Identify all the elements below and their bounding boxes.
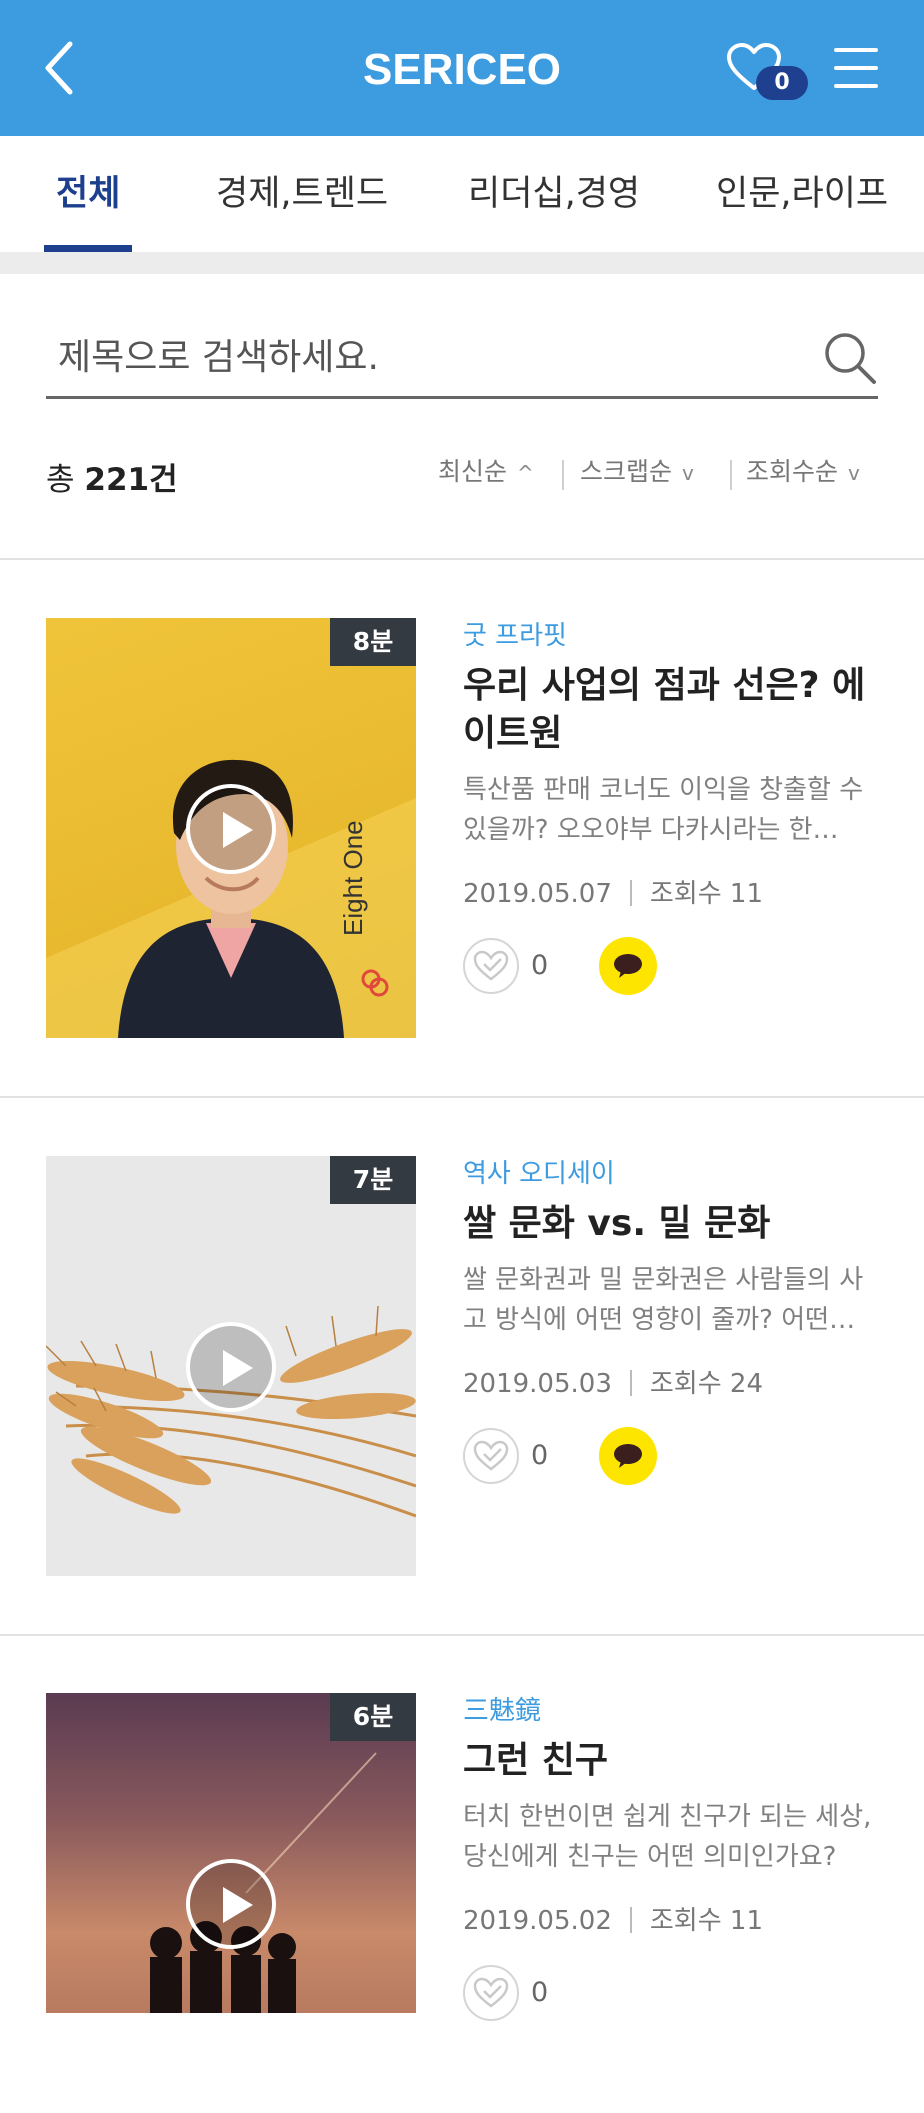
kakao-share-button[interactable]	[599, 1427, 657, 1485]
kakao-talk-icon	[614, 1444, 642, 1468]
list-divider	[0, 558, 924, 560]
tab-leadership-management[interactable]: 리더십,경영	[468, 136, 640, 252]
chevron-down-icon: v	[682, 461, 694, 485]
chevron-down-icon: v	[848, 461, 860, 485]
item-title[interactable]: 우리 사업의 점과 선은? 에이트원	[463, 662, 883, 758]
item-views: 조회수 24	[649, 1369, 763, 1399]
like-button[interactable]	[463, 938, 519, 994]
like-count: 0	[531, 1977, 549, 2008]
item-views: 조회수 11	[649, 1906, 763, 1936]
favorites-button[interactable]: 0	[726, 42, 810, 106]
item-description: 특산품 판매 코너도 이익을 창출할 수 있을까? 오오야부 다카시라는 한…	[463, 775, 864, 845]
thumbnail-brand-text: Eight One	[338, 820, 368, 936]
meta-separator	[629, 1907, 632, 1933]
item-description: 터치 한번이면 쉽게 친구가 되는 세상, 당신에게 친구는 어떤 의미인가요?	[463, 1802, 872, 1872]
result-count: 총 221건	[46, 455, 178, 505]
sort-latest-label: 최신순	[438, 457, 508, 486]
video-thumbnail[interactable]: Eight One 8분	[46, 618, 416, 1038]
section-divider	[0, 252, 924, 274]
item-category[interactable]: 굿 프라핏	[463, 618, 567, 654]
sort-scrap-label: 스크랩순	[580, 457, 673, 486]
sort-views[interactable]: 조회수순 v	[746, 450, 860, 500]
item-meta: 2019.05.02 조회수 11	[463, 1903, 763, 1939]
like-count: 0	[531, 1440, 549, 1471]
menu-icon-bar	[834, 84, 878, 88]
category-tabs: 전체 경제,트렌드 리더십,경영 인문,라이프	[0, 136, 924, 252]
menu-icon-bar	[834, 66, 878, 70]
video-thumbnail[interactable]: 6분	[46, 1693, 416, 2013]
result-count-value: 221건	[84, 462, 178, 498]
tab-humanities-life[interactable]: 인문,라이프	[716, 136, 888, 252]
item-date: 2019.05.03	[463, 1369, 612, 1399]
heart-check-icon	[473, 950, 509, 981]
kakao-talk-icon	[614, 954, 642, 978]
item-category[interactable]: 三魅鏡	[463, 1693, 541, 1729]
search-bar	[46, 320, 878, 399]
brand-logo-icon	[361, 969, 389, 997]
app-header: SERICEO 0	[0, 0, 924, 136]
item-title[interactable]: 그런 친구	[463, 1737, 883, 1785]
video-thumbnail[interactable]: 7분	[46, 1156, 416, 1576]
play-icon[interactable]	[186, 1859, 276, 1949]
search-button[interactable]	[822, 330, 878, 386]
menu-button[interactable]	[832, 46, 882, 90]
heart-check-icon	[473, 1440, 509, 1471]
kakao-share-button[interactable]	[599, 937, 657, 995]
meta-separator	[629, 880, 632, 906]
list-item[interactable]: 6분 三魅鏡 그런 친구 터치 한번이면 쉽게 친구가 되는 세상, 당신에게 …	[0, 1693, 924, 2113]
result-count-prefix: 총	[46, 462, 75, 498]
item-category[interactable]: 역사 오디세이	[463, 1156, 615, 1192]
item-meta: 2019.05.03 조회수 24	[463, 1366, 763, 1402]
sort-scrap[interactable]: 스크랩순 v	[580, 450, 694, 500]
play-icon[interactable]	[186, 784, 276, 874]
item-views: 조회수 11	[649, 879, 763, 909]
friends-silhouette-illustration	[150, 1752, 377, 2013]
list-divider	[0, 1096, 924, 1098]
item-meta: 2019.05.07 조회수 11	[463, 876, 763, 912]
heart-check-icon	[473, 1977, 509, 2008]
list-divider	[0, 1634, 924, 1636]
chevron-up-icon: ^	[517, 461, 534, 485]
play-icon[interactable]	[186, 1322, 276, 1412]
search-input[interactable]	[56, 326, 800, 388]
sort-latest[interactable]: 최신순 ^	[438, 450, 534, 500]
like-button[interactable]	[463, 1965, 519, 2021]
active-tab-indicator	[44, 245, 132, 252]
favorites-count-badge: 0	[756, 66, 808, 100]
tab-all[interactable]: 전체	[56, 136, 120, 252]
duration-badge: 8분	[330, 618, 416, 666]
chevron-left-icon	[45, 41, 73, 95]
meta-separator	[629, 1370, 632, 1396]
item-description: 쌀 문화권과 밀 문화권은 사람들의 사고 방식에 어떤 영향이 줄까? 어떤…	[463, 1265, 864, 1335]
duration-badge: 6분	[330, 1693, 416, 1741]
sort-views-label: 조회수순	[746, 457, 839, 486]
sort-separator	[562, 460, 564, 490]
item-date: 2019.05.07	[463, 879, 612, 909]
list-item[interactable]: 7분 역사 오디세이 쌀 문화 vs. 밀 문화 쌀 문화권과 밀 문화권은 사…	[0, 1156, 924, 1576]
menu-icon	[834, 48, 878, 52]
list-item[interactable]: Eight One 8분 굿 프라핏 우리 사업의 점과 선은? 에이트원 특산…	[0, 618, 924, 1038]
duration-badge: 7분	[330, 1156, 416, 1204]
like-count: 0	[531, 950, 549, 981]
search-icon	[825, 333, 876, 384]
item-title[interactable]: 쌀 문화 vs. 밀 문화	[463, 1200, 883, 1248]
back-button[interactable]	[36, 36, 96, 100]
sort-separator	[730, 460, 732, 490]
item-date: 2019.05.02	[463, 1906, 612, 1936]
tab-economy-trend[interactable]: 경제,트렌드	[216, 136, 388, 252]
like-button[interactable]	[463, 1428, 519, 1484]
